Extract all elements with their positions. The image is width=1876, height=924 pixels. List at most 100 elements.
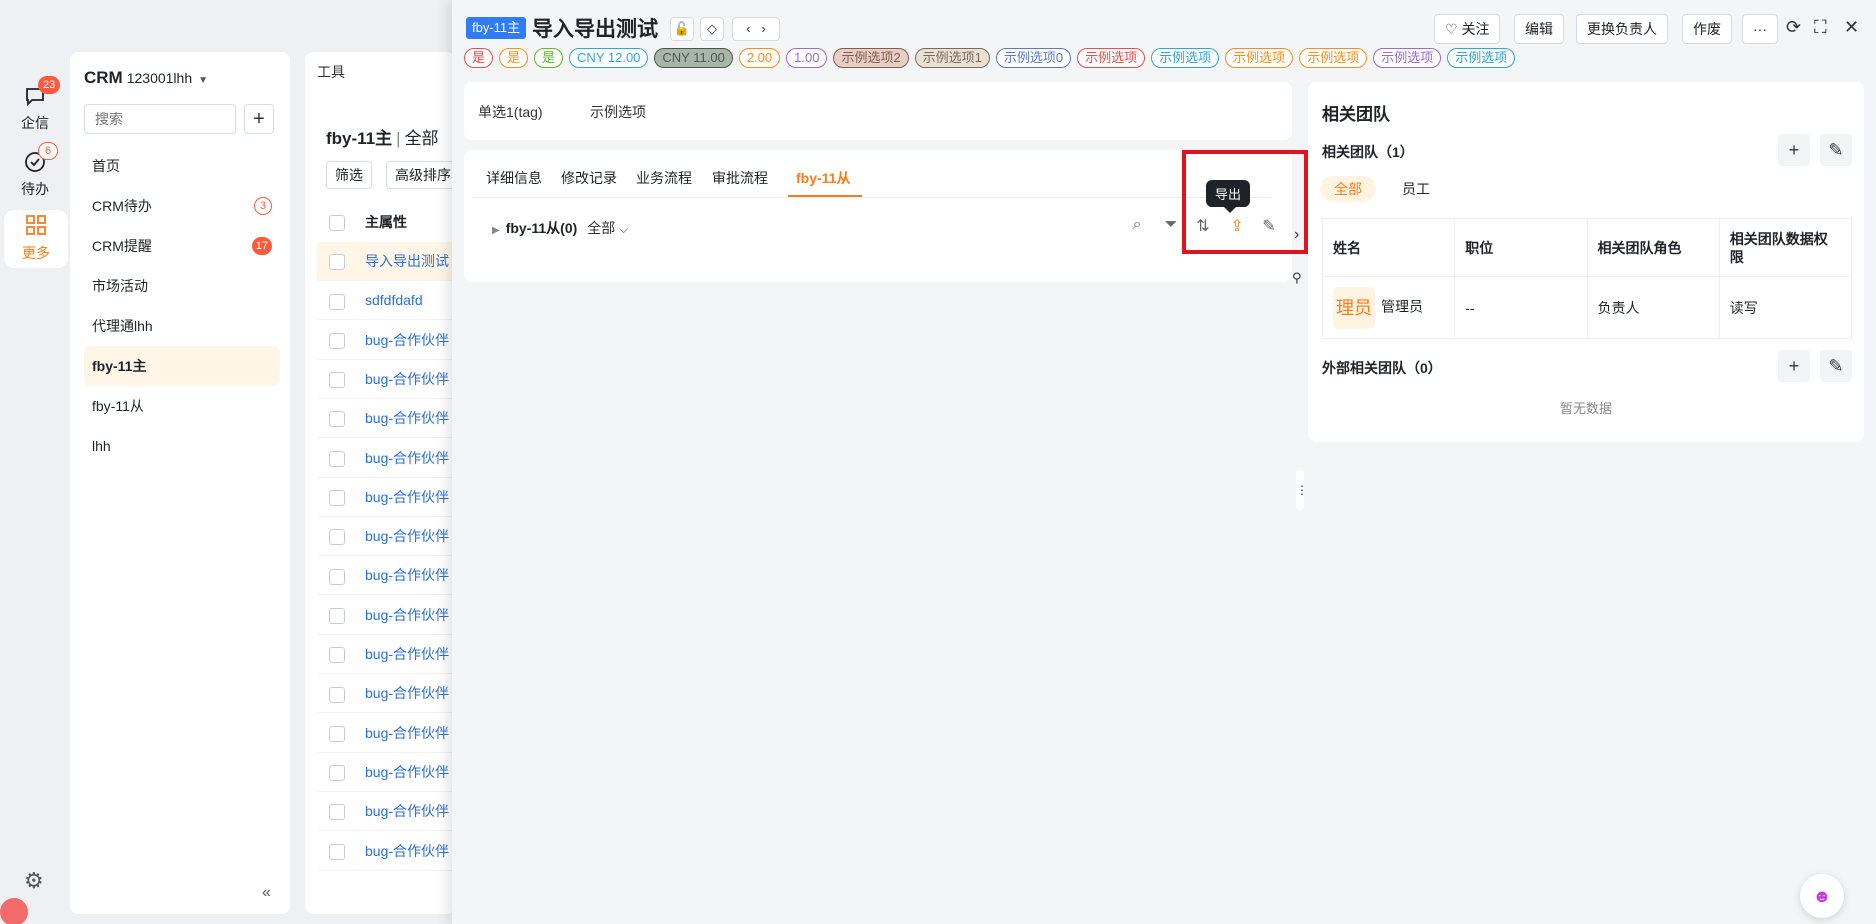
list-item-link[interactable]: bug-合作伙伴 bbox=[365, 528, 449, 544]
list-item[interactable]: bug-合作伙伴 bbox=[317, 674, 455, 714]
edit-external-button[interactable]: ✎ bbox=[1820, 350, 1852, 382]
follow-button[interactable]: ♡ 关注 bbox=[1434, 14, 1501, 44]
row-checkbox[interactable] bbox=[329, 332, 345, 349]
row-checkbox[interactable] bbox=[329, 450, 345, 467]
app-switcher[interactable]: CRM 123001lhh ▼ bbox=[84, 68, 208, 88]
list-item[interactable]: bug-合作伙伴 bbox=[317, 360, 455, 399]
splitter-handle[interactable]: ⋮ bbox=[1296, 470, 1308, 510]
list-item[interactable]: bug-合作伙伴 bbox=[317, 832, 455, 871]
list-item[interactable]: 导入导出测试 bbox=[317, 242, 455, 281]
nav-item-fby11-main[interactable]: fby-11主 bbox=[84, 346, 280, 386]
member-name[interactable]: 管理员 bbox=[1381, 298, 1423, 314]
lock-icon[interactable]: 🔓 bbox=[670, 17, 694, 41]
add-member-button[interactable]: + bbox=[1778, 134, 1810, 166]
column-header[interactable]: 主属性 bbox=[365, 214, 407, 230]
tab-fby11-sub[interactable]: fby-11从 bbox=[796, 168, 850, 188]
tab-detail-info[interactable]: 详细信息 bbox=[486, 168, 542, 188]
row-checkbox[interactable] bbox=[329, 686, 345, 703]
settings-icon[interactable]: ⚙ bbox=[24, 868, 44, 894]
nav-search-input[interactable] bbox=[84, 104, 236, 134]
list-item[interactable]: bug-合作伙伴 bbox=[317, 439, 455, 478]
list-item[interactable]: bug-合作伙伴 bbox=[317, 753, 455, 792]
list-item-link[interactable]: bug-合作伙伴 bbox=[365, 803, 449, 819]
row-checkbox[interactable] bbox=[329, 568, 345, 585]
list-item[interactable]: bug-合作伙伴 bbox=[317, 792, 455, 832]
list-item-link[interactable]: bug-合作伙伴 bbox=[365, 410, 449, 426]
row-checkbox[interactable] bbox=[329, 725, 345, 742]
row-checkbox[interactable] bbox=[329, 647, 345, 664]
list-item[interactable]: bug-合作伙伴 bbox=[317, 321, 455, 360]
row-checkbox[interactable] bbox=[329, 254, 345, 271]
list-scope[interactable]: 全部 bbox=[405, 129, 439, 148]
row-checkbox[interactable] bbox=[329, 765, 345, 782]
nav-item-lhh[interactable]: lhh bbox=[84, 426, 280, 466]
chevron-right-icon[interactable]: › bbox=[761, 21, 765, 36]
list-item[interactable]: bug-合作伙伴 bbox=[317, 399, 455, 439]
list-item[interactable]: bug-合作伙伴 bbox=[317, 596, 455, 635]
list-item-link[interactable]: bug-合作伙伴 bbox=[365, 450, 449, 466]
user-avatar-dot[interactable] bbox=[0, 898, 28, 924]
row-checkbox[interactable] bbox=[329, 529, 345, 546]
list-item-link[interactable]: bug-合作伙伴 bbox=[365, 332, 449, 348]
advanced-sort-button[interactable]: 高级排序 bbox=[386, 161, 455, 189]
list-item[interactable]: bug-合作伙伴 bbox=[317, 635, 455, 674]
nav-item-marketing[interactable]: 市场活动 bbox=[84, 266, 280, 306]
filter-button[interactable]: 筛选 bbox=[326, 161, 372, 189]
list-item-link[interactable]: sdfdfdafd bbox=[365, 292, 423, 308]
list-item[interactable]: sdfdfdafd bbox=[317, 281, 455, 321]
change-owner-button[interactable]: 更换负责人 bbox=[1576, 14, 1668, 44]
collapse-nav-icon[interactable]: « bbox=[262, 884, 271, 902]
fullscreen-icon[interactable]: ⛶ bbox=[1814, 17, 1827, 38]
list-item-link[interactable]: bug-合作伙伴 bbox=[365, 843, 449, 859]
edit-button[interactable]: 编辑 bbox=[1514, 14, 1564, 44]
tag-icon[interactable]: ◇ bbox=[700, 17, 724, 41]
row-checkbox[interactable] bbox=[329, 607, 345, 624]
add-external-button[interactable]: + bbox=[1778, 350, 1810, 382]
rail-item-qixin[interactable]: 23 企信 bbox=[5, 76, 65, 140]
related-scope[interactable]: 全部 bbox=[587, 220, 615, 236]
edit-team-button[interactable]: ✎ bbox=[1820, 134, 1852, 166]
chevron-right-icon[interactable]: › bbox=[1294, 226, 1299, 244]
list-item[interactable]: bug-合作伙伴 bbox=[317, 556, 455, 596]
tab-business-flow[interactable]: 业务流程 bbox=[636, 168, 692, 188]
list-item[interactable]: bug-合作伙伴 bbox=[317, 517, 455, 557]
close-icon[interactable]: ✕ bbox=[1844, 17, 1859, 38]
nav-item-home[interactable]: 首页 bbox=[84, 146, 280, 186]
rail-item-more[interactable]: 更多 bbox=[4, 210, 68, 268]
list-item-link[interactable]: bug-合作伙伴 bbox=[365, 607, 449, 623]
row-checkbox[interactable] bbox=[329, 490, 345, 507]
refresh-icon[interactable]: ⟳ bbox=[1786, 17, 1801, 38]
more-button[interactable]: ··· bbox=[1742, 14, 1778, 44]
row-checkbox[interactable] bbox=[329, 293, 345, 310]
list-item[interactable]: bug-合作伙伴 bbox=[317, 478, 455, 517]
nav-add-button[interactable]: + bbox=[244, 104, 274, 134]
row-checkbox[interactable] bbox=[329, 804, 345, 821]
list-item-link[interactable]: bug-合作伙伴 bbox=[365, 646, 449, 662]
team-filter-staff[interactable]: 员工 bbox=[1388, 176, 1444, 202]
assistant-bot-icon[interactable]: ☻ bbox=[1800, 874, 1844, 918]
void-button[interactable]: 作废 bbox=[1682, 14, 1732, 44]
chevron-left-icon[interactable]: ‹ bbox=[746, 21, 750, 36]
nav-item-fby11-sub[interactable]: fby-11从 bbox=[84, 386, 280, 426]
list-item-link[interactable]: bug-合作伙伴 bbox=[365, 685, 449, 701]
list-item-link[interactable]: bug-合作伙伴 bbox=[365, 371, 449, 387]
nav-item-agent[interactable]: 代理通lhh bbox=[84, 306, 280, 346]
nav-item-crm-reminder[interactable]: CRM提醒 17 bbox=[84, 226, 280, 266]
filter-icon[interactable]: ⏷ bbox=[1160, 216, 1182, 234]
row-checkbox[interactable] bbox=[329, 372, 345, 389]
search-icon[interactable]: ⌕ bbox=[1126, 216, 1148, 234]
list-item-link[interactable]: bug-合作伙伴 bbox=[365, 725, 449, 741]
list-item[interactable]: bug-合作伙伴 bbox=[317, 714, 455, 753]
list-toolbar-label[interactable]: 工具 bbox=[317, 62, 345, 82]
team-filter-all[interactable]: 全部 bbox=[1320, 176, 1376, 202]
select-all-checkbox[interactable] bbox=[329, 215, 345, 232]
tab-change-log[interactable]: 修改记录 bbox=[561, 168, 617, 188]
list-item-link[interactable]: bug-合作伙伴 bbox=[365, 764, 449, 780]
expand-triangle-icon[interactable]: ▶ bbox=[492, 225, 500, 236]
related-list-header[interactable]: ▶ fby-11从(0) 全部 ⌵ bbox=[492, 218, 628, 238]
chevron-down-icon[interactable]: ⌵ bbox=[619, 222, 628, 236]
list-item-link[interactable]: bug-合作伙伴 bbox=[365, 489, 449, 505]
rail-item-todo[interactable]: 6 待办 bbox=[5, 142, 65, 206]
row-checkbox[interactable] bbox=[329, 411, 345, 428]
nav-item-crm-todo[interactable]: CRM待办 3 bbox=[84, 186, 280, 226]
